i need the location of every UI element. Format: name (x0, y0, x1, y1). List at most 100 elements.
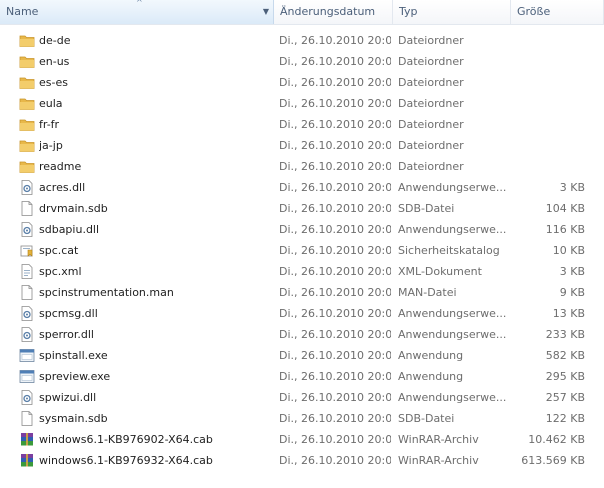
exe-icon (19, 345, 35, 366)
file-row[interactable]: eula Di., 26.10.2010 20:08 Dateiordner (0, 93, 604, 114)
file-size: 613.569 KB (521, 454, 585, 467)
file-date: Di., 26.10.2010 20:08 (279, 139, 391, 152)
chevron-down-icon[interactable]: ▼ (259, 0, 273, 24)
file-size: 116 KB (545, 223, 585, 236)
file-type: Sicherheitskatalog (398, 244, 500, 257)
file-type: Dateiordner (398, 97, 464, 110)
file-size: 233 KB (545, 328, 585, 341)
file-size: 257 KB (545, 391, 585, 404)
folder-icon (19, 156, 35, 177)
file-list: de-de Di., 26.10.2010 20:08 Dateiordner … (0, 30, 604, 471)
file-size (512, 156, 585, 177)
sort-ascending-icon: ^ (136, 0, 143, 7)
file-size (512, 135, 585, 156)
file-row[interactable]: spc.xml Di., 26.10.2010 20:08 XML-Dokume… (0, 261, 604, 282)
file-date: Di., 26.10.2010 20:08 (279, 286, 391, 299)
file-name: ja-jp (39, 139, 63, 152)
file-type: Dateiordner (398, 55, 464, 68)
folder-icon (19, 135, 35, 156)
column-header-date[interactable]: Änderungsdatum (274, 0, 393, 24)
file-row[interactable]: es-es Di., 26.10.2010 20:08 Dateiordner (0, 72, 604, 93)
file-type: MAN-Datei (398, 286, 457, 299)
file-size: 10.462 KB (528, 433, 585, 446)
folder-icon (19, 93, 35, 114)
column-header-type[interactable]: Typ (393, 0, 511, 24)
file-row[interactable]: en-us Di., 26.10.2010 20:08 Dateiordner (0, 51, 604, 72)
file-row[interactable]: sysmain.sdb Di., 26.10.2010 20:08 SDB-Da… (0, 408, 604, 429)
file-type: Dateiordner (398, 34, 464, 47)
file-date: Di., 26.10.2010 20:08 (279, 181, 391, 194)
file-row[interactable]: ja-jp Di., 26.10.2010 20:08 Dateiordner (0, 135, 604, 156)
file-date: Di., 26.10.2010 20:09 (279, 433, 391, 446)
file-date: Di., 26.10.2010 20:08 (279, 349, 391, 362)
xml-file-icon (19, 261, 35, 282)
file-name: sperror.dll (39, 328, 94, 341)
file-row[interactable]: readme Di., 26.10.2010 20:08 Dateiordner (0, 156, 604, 177)
column-header-bar: Name ^ ▼ Änderungsdatum Typ Größe (0, 0, 604, 25)
file-type: Anwendungserwe... (398, 328, 507, 341)
file-date: Di., 26.10.2010 20:08 (279, 328, 391, 341)
file-name: de-de (39, 34, 71, 47)
file-name: spc.xml (39, 265, 82, 278)
file-type: Anwendungserwe... (398, 181, 507, 194)
file-date: Di., 26.10.2010 20:08 (279, 412, 391, 425)
file-date: Di., 26.10.2010 20:08 (279, 223, 391, 236)
file-row[interactable]: spc.cat Di., 26.10.2010 20:08 Sicherheit… (0, 240, 604, 261)
winrar-archive-icon (19, 450, 35, 471)
file-row[interactable]: spwizui.dll Di., 26.10.2010 20:08 Anwend… (0, 387, 604, 408)
file-name: windows6.1-KB976902-X64.cab (39, 433, 213, 446)
file-row[interactable]: sdbapiu.dll Di., 26.10.2010 20:08 Anwend… (0, 219, 604, 240)
file-date: Di., 26.10.2010 20:08 (279, 307, 391, 320)
file-size: 582 KB (545, 349, 585, 362)
file-type: Anwendung (398, 370, 464, 383)
column-header-size-label: Größe (517, 5, 551, 18)
file-row[interactable]: windows6.1-KB976932-X64.cab Di., 26.10.2… (0, 450, 604, 471)
file-type: Anwendungserwe... (398, 391, 507, 404)
file-date: Di., 26.10.2010 20:08 (279, 76, 391, 89)
file-size: 122 KB (545, 412, 585, 425)
file-name: spwizui.dll (39, 391, 97, 404)
file-name: sysmain.sdb (39, 412, 108, 425)
file-row[interactable]: drvmain.sdb Di., 26.10.2010 20:08 SDB-Da… (0, 198, 604, 219)
file-name: spc.cat (39, 244, 79, 257)
file-type: Anwendungserwe... (398, 223, 507, 236)
blank-file-icon (19, 282, 35, 303)
file-date: Di., 26.10.2010 20:08 (279, 160, 391, 173)
file-row[interactable]: spcinstrumentation.man Di., 26.10.2010 2… (0, 282, 604, 303)
file-row[interactable]: fr-fr Di., 26.10.2010 20:08 Dateiordner (0, 114, 604, 135)
file-list-view: Name ^ ▼ Änderungsdatum Typ Größe de-de … (0, 0, 604, 488)
file-date: Di., 26.10.2010 20:09 (279, 454, 391, 467)
blank-file-icon (19, 198, 35, 219)
dll-icon (19, 177, 35, 198)
blank-file-icon (19, 408, 35, 429)
file-row[interactable]: sperror.dll Di., 26.10.2010 20:08 Anwend… (0, 324, 604, 345)
column-header-name[interactable]: Name ^ ▼ (0, 0, 274, 24)
file-name: spcmsg.dll (39, 307, 98, 320)
file-size (512, 30, 585, 51)
column-header-size[interactable]: Größe (511, 0, 604, 24)
file-row[interactable]: spreview.exe Di., 26.10.2010 20:08 Anwen… (0, 366, 604, 387)
file-row[interactable]: spinstall.exe Di., 26.10.2010 20:08 Anwe… (0, 345, 604, 366)
column-header-name-label: Name (6, 5, 39, 18)
column-header-type-label: Typ (399, 5, 418, 18)
file-row[interactable]: de-de Di., 26.10.2010 20:08 Dateiordner (0, 30, 604, 51)
catalog-icon (19, 240, 35, 261)
file-size: 10 KB (552, 244, 585, 257)
file-date: Di., 26.10.2010 20:08 (279, 55, 391, 68)
file-name: fr-fr (39, 118, 60, 131)
folder-icon (19, 30, 35, 51)
folder-icon (19, 72, 35, 93)
file-row[interactable]: spcmsg.dll Di., 26.10.2010 20:08 Anwendu… (0, 303, 604, 324)
dll-icon (19, 387, 35, 408)
file-date: Di., 26.10.2010 20:08 (279, 97, 391, 110)
file-size: 9 KB (559, 286, 585, 299)
file-type: Dateiordner (398, 160, 464, 173)
file-date: Di., 26.10.2010 20:08 (279, 34, 391, 47)
file-row[interactable]: windows6.1-KB976902-X64.cab Di., 26.10.2… (0, 429, 604, 450)
file-date: Di., 26.10.2010 20:08 (279, 202, 391, 215)
file-type: Dateiordner (398, 76, 464, 89)
file-row[interactable]: acres.dll Di., 26.10.2010 20:08 Anwendun… (0, 177, 604, 198)
file-name: acres.dll (39, 181, 86, 194)
file-type: SDB-Datei (398, 202, 455, 215)
folder-icon (19, 114, 35, 135)
